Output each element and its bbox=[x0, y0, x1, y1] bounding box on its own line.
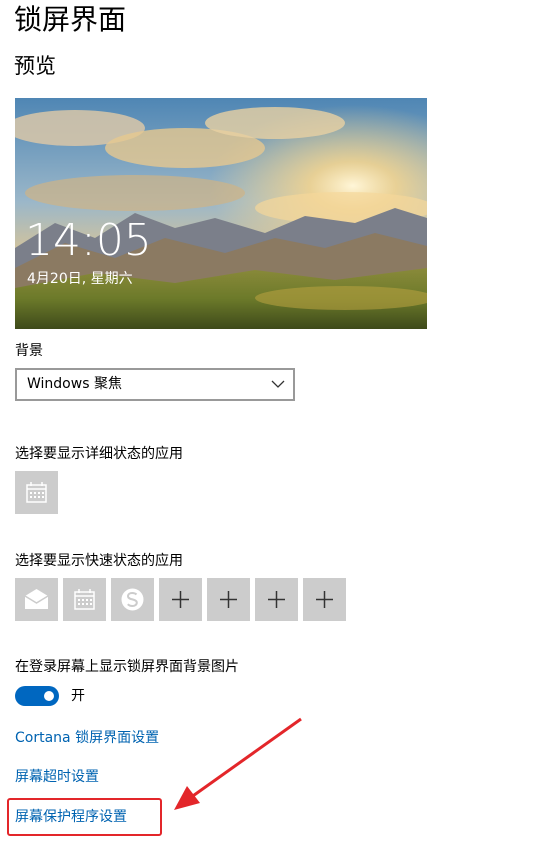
mail-icon bbox=[24, 589, 49, 609]
calendar-icon bbox=[26, 482, 47, 503]
page-title: 锁屏界面 bbox=[14, 3, 127, 36]
plus-icon bbox=[268, 591, 285, 608]
lock-screen-settings-page: 锁屏界面 预览 14:05 4月20日, 星期六 背景 Windows 聚焦 选… bbox=[0, 0, 559, 841]
quick-status-add-slot-3[interactable] bbox=[255, 578, 298, 621]
signin-background-label: 在登录屏幕上显示锁屏界面背景图片 bbox=[15, 659, 239, 675]
quick-status-app-calendar[interactable] bbox=[63, 578, 106, 621]
background-dropdown[interactable]: Windows 聚焦 bbox=[15, 368, 295, 401]
quick-status-app-skype[interactable] bbox=[111, 578, 154, 621]
quick-status-add-slot-1[interactable] bbox=[159, 578, 202, 621]
quick-status-add-slot-4[interactable] bbox=[303, 578, 346, 621]
quick-status-label: 选择要显示快速状态的应用 bbox=[15, 553, 183, 569]
landscape-image bbox=[15, 98, 427, 329]
signin-background-toggle[interactable] bbox=[15, 686, 59, 706]
screen-timeout-settings-link[interactable]: 屏幕超时设置 bbox=[15, 768, 99, 786]
background-dropdown-value: Windows 聚焦 bbox=[27, 376, 122, 392]
preview-time: 14:05 bbox=[25, 215, 152, 266]
calendar-icon bbox=[74, 589, 95, 610]
skype-icon bbox=[121, 588, 144, 611]
detailed-status-app-calendar[interactable] bbox=[15, 471, 58, 514]
quick-status-add-slot-2[interactable] bbox=[207, 578, 250, 621]
annotation-highlight-box bbox=[7, 798, 162, 836]
lock-screen-preview: 14:05 4月20日, 星期六 bbox=[15, 98, 427, 329]
plus-icon bbox=[172, 591, 189, 608]
plus-icon bbox=[220, 591, 237, 608]
preview-heading: 预览 bbox=[14, 54, 56, 78]
quick-status-app-mail[interactable] bbox=[15, 578, 58, 621]
plus-icon bbox=[316, 591, 333, 608]
chevron-down-icon bbox=[271, 380, 285, 388]
background-label: 背景 bbox=[15, 343, 43, 359]
cortana-lock-screen-settings-link[interactable]: Cortana 锁屏界面设置 bbox=[15, 729, 159, 747]
detailed-status-label: 选择要显示详细状态的应用 bbox=[15, 446, 183, 462]
preview-date: 4月20日, 星期六 bbox=[27, 271, 133, 287]
toggle-knob bbox=[44, 691, 54, 701]
signin-background-toggle-state: 开 bbox=[71, 688, 85, 704]
